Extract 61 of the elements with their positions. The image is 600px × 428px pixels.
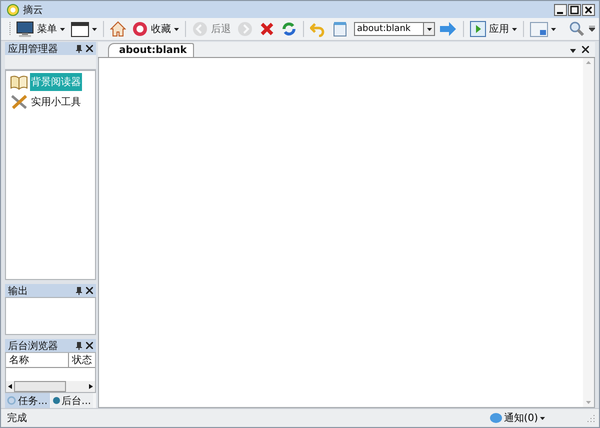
caret-icon[interactable] (426, 28, 432, 30)
toolbar-button[interactable]: 应用 (468, 20, 519, 38)
tools-icon (10, 94, 28, 110)
book-icon (10, 74, 28, 90)
window-title: 摘云 (23, 4, 43, 16)
undo-icon (310, 21, 326, 37)
close-icon[interactable] (86, 342, 93, 349)
panel-title: 应用管理器 (8, 42, 58, 56)
grip-icon (9, 21, 12, 37)
chat-icon (490, 413, 502, 423)
caret-icon[interactable] (92, 28, 97, 30)
address-field[interactable]: about:blank (354, 22, 423, 36)
maximize-icon[interactable] (568, 4, 581, 16)
forward-icon (237, 21, 253, 37)
notification-button[interactable]: 通知(0) (490, 411, 581, 425)
caret-icon[interactable] (551, 28, 556, 30)
panel-tab[interactable]: 后台... (50, 393, 94, 408)
pin-icon[interactable] (76, 286, 82, 294)
close-icon[interactable] (582, 46, 589, 53)
status-text: 完成 (7, 412, 27, 425)
window-icon (71, 22, 89, 36)
panel-title: 输出 (8, 284, 28, 298)
toolbar-button[interactable]: 菜单 (14, 20, 67, 38)
close-icon[interactable] (582, 4, 595, 16)
panel-title: 后台浏览器 (8, 340, 58, 352)
window-button[interactable] (69, 20, 99, 38)
caret-icon[interactable] (512, 28, 517, 30)
caret-icon[interactable] (570, 49, 576, 53)
pin-icon[interactable] (76, 44, 82, 52)
window-icon (530, 22, 548, 36)
stop-icon (259, 21, 275, 37)
arrow-icon (439, 21, 457, 37)
app-icon (470, 21, 486, 37)
minimize-icon[interactable] (554, 4, 567, 16)
column-header[interactable]: 名称 (6, 353, 68, 367)
resize-grip-icon (587, 414, 595, 422)
close-icon[interactable] (86, 45, 93, 52)
globe-icon (52, 397, 60, 404)
pin-icon[interactable] (76, 342, 82, 350)
back-icon (192, 21, 208, 37)
scroll-left-icon[interactable] (8, 384, 12, 389)
toolbar-button[interactable]: 收藏 (130, 20, 181, 38)
overflow-icon[interactable] (589, 26, 595, 32)
document-icon (332, 21, 348, 37)
monitor-icon (16, 21, 34, 37)
caret-icon[interactable] (174, 28, 179, 30)
caret-icon[interactable] (540, 416, 545, 420)
home-icon (110, 21, 126, 37)
list-item[interactable]: 实用小工具 (30, 93, 82, 111)
close-icon[interactable] (86, 287, 93, 294)
scroll-right-icon[interactable] (89, 384, 93, 389)
search-icon (569, 21, 585, 37)
caret-icon[interactable] (60, 28, 65, 30)
column-header[interactable]: 状态 (68, 353, 95, 367)
horizontal-scrollbar[interactable] (6, 381, 95, 392)
browser-tab[interactable]: about:blank (108, 43, 194, 57)
app-icon (7, 4, 19, 16)
toolbar-button[interactable] (108, 20, 128, 38)
dropdown-button[interactable] (423, 22, 435, 36)
refresh-icon (281, 21, 297, 37)
panel-tab[interactable]: 任务... (5, 393, 50, 408)
